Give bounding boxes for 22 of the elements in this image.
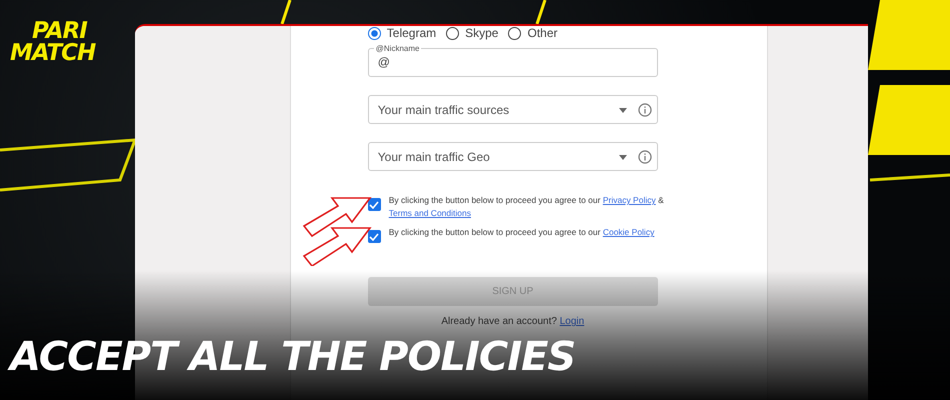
radio-option[interactable]: Other	[508, 26, 558, 40]
caret-icon	[618, 155, 627, 160]
dropdown-field[interactable]: Your main traffic Geo	[368, 142, 658, 171]
policy-link[interactable]: Terms and Conditions	[388, 208, 471, 218]
logo: PARI MATCH	[10, 20, 96, 64]
checkbox[interactable]	[368, 230, 381, 243]
policy-link[interactable]: Privacy Policy	[602, 195, 656, 205]
light-streak	[280, 0, 292, 24]
nickname-field[interactable]: @Nickname @	[368, 44, 658, 77]
dropdown-field[interactable]: Your main traffic sources	[368, 95, 658, 124]
login-prompt: Already have an account? Login	[440, 316, 586, 327]
light-streak	[536, 0, 546, 24]
info-icon[interactable]	[638, 103, 652, 117]
radio-option[interactable]: Skype	[446, 26, 498, 40]
caption-title: ACCEPT ALL THE POLICIES	[10, 334, 576, 380]
agreement-text: By clicking the button below to proceed you agree to our Cookie Policy	[388, 226, 656, 239]
caret-icon	[618, 108, 627, 113]
policy-link[interactable]: Cookie Policy	[602, 227, 654, 237]
checkbox[interactable]	[368, 198, 381, 211]
agreement-text: By clicking the button below to proceed you agree to our Privacy Policy & Terms and Conditions	[388, 194, 664, 220]
info-icon[interactable]	[638, 150, 652, 164]
radio-option[interactable]: Telegram	[368, 26, 436, 40]
